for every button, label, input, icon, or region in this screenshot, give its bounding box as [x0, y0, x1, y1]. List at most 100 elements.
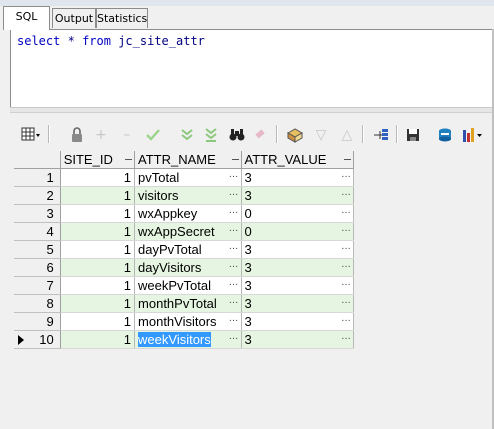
cell-editor-ellipsis-icon[interactable]: … [229, 295, 239, 306]
cell-editor-ellipsis-icon[interactable]: … [341, 241, 351, 252]
table-row[interactable]: 10 1 weekVisitors… 3… [14, 330, 354, 349]
cell-attr-name[interactable]: pvTotal… [134, 168, 242, 187]
cell-attr-name[interactable]: dayPvTotal… [134, 240, 242, 259]
table-row[interactable]: 6 1 dayVisitors… 3… [14, 258, 354, 277]
row-number-cell[interactable]: 6 [14, 258, 61, 277]
cell-editor-ellipsis-icon[interactable]: … [229, 169, 239, 180]
column-filter-icon[interactable] [231, 159, 239, 161]
column-header-attr-name[interactable]: ATTR_NAME [134, 151, 242, 169]
cell-editor-ellipsis-icon[interactable]: … [341, 277, 351, 288]
row-number-cell[interactable]: 9 [14, 312, 61, 331]
cell-editor-ellipsis-icon[interactable]: … [229, 241, 239, 252]
cell-site-id[interactable]: 1 [60, 222, 136, 241]
cell-editor-ellipsis-icon[interactable]: … [341, 259, 351, 270]
lock-icon[interactable] [66, 124, 88, 146]
table-row[interactable]: 9 1 monthVisitors… 3… [14, 312, 354, 331]
cell-attr-value[interactable]: 3… [241, 294, 354, 313]
grid-menu-icon[interactable] [20, 124, 42, 146]
cell-attr-value[interactable]: 0… [241, 222, 354, 241]
sort-ascending-icon[interactable]: ▽ [310, 124, 332, 146]
cell-site-id[interactable]: 1 [60, 312, 136, 331]
cell-attr-value[interactable]: 3… [241, 240, 354, 259]
table-row[interactable]: 1 1 pvTotal… 3… [14, 168, 354, 187]
cell-site-id[interactable]: 1 [60, 276, 136, 295]
cell-attr-value[interactable]: 3… [241, 168, 354, 187]
row-number-cell[interactable]: 10 [14, 330, 61, 349]
tab-output[interactable]: Output [52, 8, 96, 28]
cell-attr-value[interactable]: 3… [241, 186, 354, 205]
tab-sql[interactable]: SQL [3, 6, 50, 30]
cell-editor-ellipsis-icon[interactable]: … [341, 331, 351, 342]
cell-editor-ellipsis-icon[interactable]: … [229, 223, 239, 234]
cell-attr-name[interactable]: visitors… [134, 186, 242, 205]
cell-attr-value[interactable]: 3… [241, 258, 354, 277]
row-number-cell[interactable]: 1 [14, 168, 61, 187]
cell-editor-ellipsis-icon[interactable]: … [341, 295, 351, 306]
cell-attr-name[interactable]: dayVisitors… [134, 258, 242, 277]
cell-site-id[interactable]: 1 [60, 330, 136, 349]
cell-editor-ellipsis-icon[interactable]: … [341, 205, 351, 216]
cell-attr-name[interactable]: wxAppkey… [134, 204, 242, 223]
table-row[interactable]: 8 1 monthPvTotal… 3… [14, 294, 354, 313]
cell-editor-ellipsis-icon[interactable]: … [229, 331, 239, 342]
row-number-cell[interactable]: 8 [14, 294, 61, 313]
cell-attr-value[interactable]: 0… [241, 204, 354, 223]
row-number: 7 [46, 277, 54, 293]
column-header-site-id[interactable]: SITE_ID [60, 151, 136, 169]
clear-icon[interactable] [250, 124, 272, 146]
cell-editor-ellipsis-icon[interactable]: … [229, 205, 239, 216]
cell-editor-ellipsis-icon[interactable]: … [229, 313, 239, 324]
cell-editor-ellipsis-icon[interactable]: … [341, 223, 351, 234]
result-grid[interactable]: SITE_ID ATTR_NAME ATTR_VALUE 1 1 pvTotal… 3… [14, 151, 354, 349]
table-row[interactable]: 7 1 weekPvTotal… 3… [14, 276, 354, 295]
row-number-cell[interactable]: 7 [14, 276, 61, 295]
cell-editor-ellipsis-icon[interactable]: … [229, 187, 239, 198]
row-number-cell[interactable]: 2 [14, 186, 61, 205]
cell-attr-name[interactable]: monthPvTotal… [134, 294, 242, 313]
cell-site-id[interactable]: 1 [60, 186, 136, 205]
cell-site-id[interactable]: 1 [60, 168, 136, 187]
find-icon[interactable] [226, 124, 248, 146]
sort-descending-icon[interactable]: △ [336, 124, 358, 146]
cell-attr-name[interactable]: monthVisitors… [134, 312, 242, 331]
table-row[interactable]: 4 1 wxAppSecret… 0… [14, 222, 354, 241]
row-number-cell[interactable]: 4 [14, 222, 61, 241]
export-icon[interactable] [434, 124, 456, 146]
row-number-cell[interactable]: 5 [14, 240, 61, 259]
column-header-attr-value[interactable]: ATTR_VALUE [241, 151, 354, 169]
row-number-cell[interactable]: 3 [14, 204, 61, 223]
cell-attr-name[interactable]: weekPvTotal… [134, 276, 242, 295]
column-filter-icon[interactable] [125, 159, 133, 161]
splitter[interactable] [10, 112, 494, 120]
query-by-example-icon[interactable] [284, 124, 306, 146]
last-record-icon[interactable] [200, 124, 222, 146]
cell-site-id[interactable]: 1 [60, 294, 136, 313]
cell-attr-value[interactable]: 3… [241, 276, 354, 295]
cell-site-id[interactable]: 1 [60, 258, 136, 277]
cell-attr-value[interactable]: 3… [241, 312, 354, 331]
row-number: 5 [46, 241, 54, 257]
tab-statistics[interactable]: Statistics [96, 8, 148, 28]
table-row[interactable]: 2 1 visitors… 3… [14, 186, 354, 205]
cell-editor-ellipsis-icon[interactable]: … [229, 259, 239, 270]
sql-editor[interactable]: select * from jc_site_attr [10, 29, 494, 107]
insert-record-icon[interactable]: + [90, 124, 112, 146]
cell-attr-value[interactable]: 3… [241, 330, 354, 349]
cell-attr-name[interactable]: weekVisitors… [134, 330, 242, 349]
column-filter-icon[interactable] [344, 159, 351, 161]
cell-editor-ellipsis-icon[interactable]: … [341, 187, 351, 198]
cell-editor-ellipsis-icon[interactable]: … [341, 313, 351, 324]
connection-tree-icon[interactable] [370, 124, 392, 146]
next-record-icon[interactable] [176, 124, 198, 146]
delete-record-icon[interactable]: – [116, 124, 138, 146]
chart-icon[interactable] [462, 124, 484, 146]
post-changes-icon[interactable] [142, 124, 164, 146]
cell-site-id[interactable]: 1 [60, 204, 136, 223]
table-row[interactable]: 3 1 wxAppkey… 0… [14, 204, 354, 223]
cell-editor-ellipsis-icon[interactable]: … [341, 169, 351, 180]
save-icon[interactable] [402, 124, 424, 146]
table-row[interactable]: 5 1 dayPvTotal… 3… [14, 240, 354, 259]
cell-editor-ellipsis-icon[interactable]: … [229, 277, 239, 288]
cell-site-id[interactable]: 1 [60, 240, 136, 259]
cell-attr-name[interactable]: wxAppSecret… [134, 222, 242, 241]
